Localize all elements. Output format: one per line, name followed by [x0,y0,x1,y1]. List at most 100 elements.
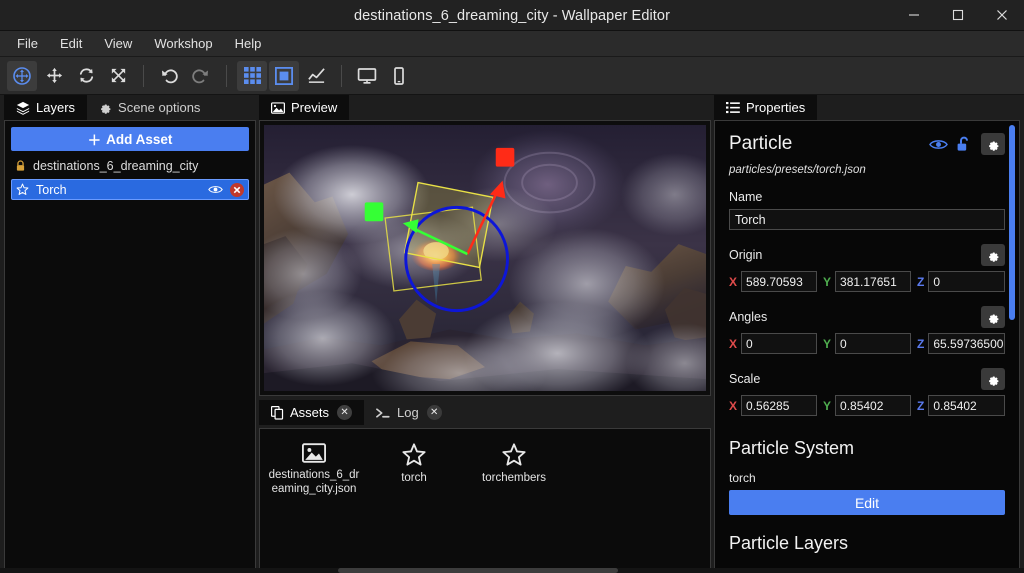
asset-path: particles/presets/torch.json [729,164,1005,176]
origin-z-cell: Z 0 [917,271,1005,292]
graph-icon[interactable] [301,61,331,91]
tab-layers[interactable]: Layers [4,95,87,120]
horizontal-scrollbar-track[interactable] [0,568,1024,573]
tab-assets-close[interactable]: ✕ [337,405,352,420]
add-asset-button[interactable]: ＋ Add Asset [11,127,249,151]
layer-remove-button[interactable] [230,183,244,197]
origin-y-input[interactable]: 381.17651 [835,271,911,292]
scale-x-input[interactable]: 0.56285 [741,395,817,416]
scale-z-cell: Z 0.85402 [917,395,1005,416]
lock-icon[interactable] [15,160,26,172]
layers-panel: ＋ Add Asset destinations_6_dreaming_city [4,120,256,569]
scale-label: Scale [729,372,760,386]
assets-panel: destinations_6_dreaming_city.json torch [259,428,711,569]
tab-preview[interactable]: Preview [259,95,349,120]
scale-z-input[interactable]: 0.85402 [928,395,1005,416]
bottom-tabstrip: Assets ✕ Log ✕ [259,400,711,425]
scale-gear-icon[interactable] [981,368,1005,390]
eye-icon[interactable] [929,138,948,151]
transform-gizmo-icon[interactable] [7,61,37,91]
grid-icon[interactable] [237,61,267,91]
eye-icon[interactable] [208,184,223,195]
phone-icon[interactable] [384,61,414,91]
name-label: Name [729,190,1005,204]
star-icon [402,443,426,466]
angles-y-input[interactable]: 0 [835,333,911,354]
left-column: Layers Scene options ＋ Add Asset [0,95,256,573]
horizontal-scrollbar-thumb[interactable] [338,568,618,573]
scale-x-cell: X 0.56285 [729,395,817,416]
axis-z-label: Z [917,399,924,413]
asset-label: torchembers [482,471,546,485]
menu-view[interactable]: View [93,33,143,54]
asset-item[interactable]: torch [364,439,464,501]
axis-y-label: Y [823,399,831,413]
star-icon [502,443,526,466]
scale-icon[interactable] [103,61,133,91]
tab-log[interactable]: Log ✕ [364,400,454,425]
preview-tabstrip: Preview [259,95,711,120]
angles-vector: X 0 Y 0 Z 65.59736500 [729,333,1005,354]
menu-edit[interactable]: Edit [49,33,93,54]
edit-particle-system-button[interactable]: Edit [729,490,1005,515]
asset-item[interactable]: destinations_6_dreaming_city.json [264,439,364,501]
layer-row-scene[interactable]: destinations_6_dreaming_city [11,155,249,176]
angles-x-cell: X 0 [729,333,817,354]
tab-preview-label: Preview [291,100,337,115]
scale-vector: X 0.56285 Y 0.85402 Z 0.85402 [729,395,1005,416]
scale-y-input[interactable]: 0.85402 [835,395,911,416]
menu-help[interactable]: Help [224,33,273,54]
menu-bar: File Edit View Workshop Help [0,31,1024,57]
angles-x-input[interactable]: 0 [741,333,817,354]
asset-item[interactable]: torchembers [464,439,564,501]
name-input[interactable]: Torch [729,209,1005,230]
layers-icon [16,101,30,115]
maximize-button[interactable] [936,0,980,31]
axis-y-label: Y [823,337,831,351]
angles-label: Angles [729,310,767,324]
image-icon [271,102,285,114]
scale-label-row: Scale [729,368,1005,390]
angles-gear-icon[interactable] [981,306,1005,328]
origin-x-input[interactable]: 589.70593 [741,271,817,292]
gear-icon[interactable] [981,133,1005,155]
monitor-icon[interactable] [352,61,382,91]
origin-z-input[interactable]: 0 [928,271,1005,292]
menu-file[interactable]: File [6,33,49,54]
image-icon [302,443,326,463]
tab-assets[interactable]: Assets ✕ [259,400,364,425]
title-bar: destinations_6_dreaming_city - Wallpaper… [0,0,1024,31]
minimize-button[interactable] [892,0,936,31]
particle-system-value: torch [729,471,1005,485]
particle-layers-title: Particle Layers [729,533,1005,554]
toolbar-separator-1 [143,65,144,87]
tab-log-label: Log [397,405,419,420]
properties-scrollbar-track[interactable] [1011,125,1017,564]
layer-row-torch[interactable]: Torch [11,179,249,200]
rotate-icon[interactable] [71,61,101,91]
star-icon [16,183,29,196]
tab-log-close[interactable]: ✕ [427,405,442,420]
origin-x-cell: X 589.70593 [729,271,817,292]
particle-section-title: Particle [729,133,792,155]
main-body: Layers Scene options ＋ Add Asset [0,95,1024,573]
particle-system-title: Particle System [729,438,1005,459]
properties-scrollbar-thumb[interactable] [1009,125,1015,320]
origin-gear-icon[interactable] [981,244,1005,266]
undo-icon[interactable] [154,61,184,91]
menu-workshop[interactable]: Workshop [143,33,223,54]
gizmo-handle-x [365,202,384,221]
move-icon[interactable] [39,61,69,91]
redo-icon[interactable] [186,61,216,91]
axis-z-label: Z [917,337,924,351]
tab-properties[interactable]: Properties [714,95,817,120]
preview-viewport[interactable] [264,125,706,391]
bounds-icon[interactable] [269,61,299,91]
main-toolbar [0,57,1024,95]
unlock-icon[interactable] [956,136,973,153]
close-button[interactable] [980,0,1024,31]
angles-z-input[interactable]: 65.59736500 [928,333,1005,354]
particle-header-icons [929,133,1005,155]
tab-scene-options[interactable]: Scene options [87,95,212,120]
asset-grid: destinations_6_dreaming_city.json torch [260,429,710,501]
